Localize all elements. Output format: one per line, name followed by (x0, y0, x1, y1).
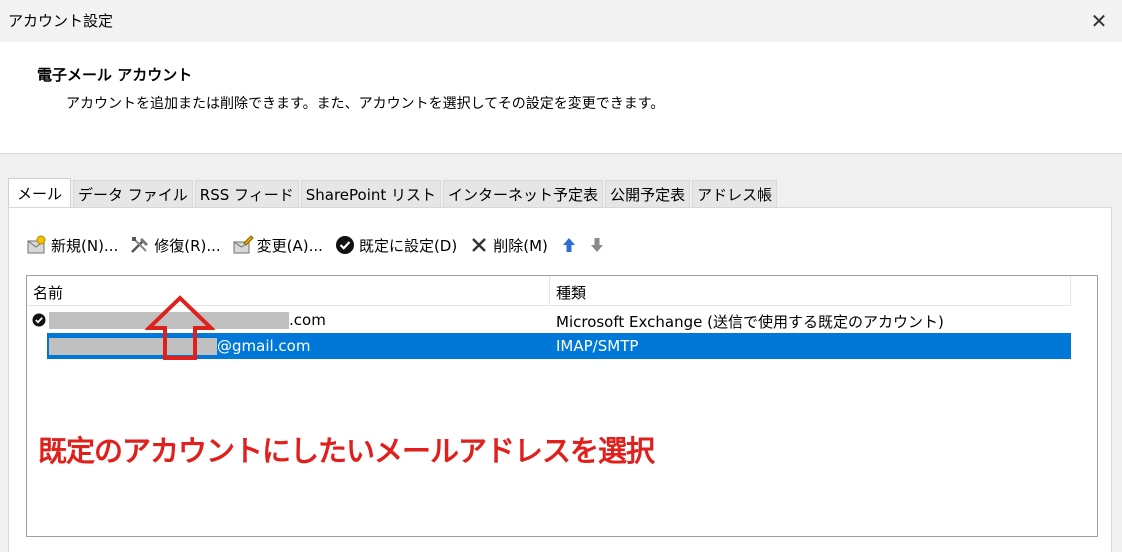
delete-x-icon (467, 234, 491, 256)
tab-internet-calendars[interactable]: インターネット予定表 (443, 180, 604, 208)
tab-mail[interactable]: メール (8, 178, 72, 208)
edit-account-icon (231, 234, 255, 256)
set-default-button-label: 既定に設定(D) (358, 236, 458, 255)
window-title: アカウント設定 (8, 12, 114, 30)
new-button[interactable]: 新規(N)... (25, 234, 118, 256)
tab-rss-feeds[interactable]: RSS フィード (194, 180, 299, 208)
tab-data-files[interactable]: データ ファイル (73, 180, 193, 208)
account-name-suffix: .com (289, 311, 326, 329)
title-bar: アカウント設定 ✕ (0, 0, 1122, 42)
delete-button[interactable]: 削除(M) (467, 234, 548, 256)
tab-sharepoint-lists[interactable]: SharePoint リスト (300, 180, 442, 208)
tab-address-books[interactable]: アドレス帳 (692, 180, 778, 208)
account-type: Microsoft Exchange (送信で使用する既定のアカウント) (556, 313, 944, 331)
section-description: アカウントを追加または削除できます。また、アカウントを選択してその設定を変更でき… (66, 96, 665, 112)
toolbar: 新規(N)... 修復(R)... 変更(A)... 既定に設定(D) 削除(M… (25, 230, 614, 260)
section-title: 電子メール アカウント (37, 66, 193, 84)
new-button-label: 新規(N)... (51, 236, 119, 255)
annotation-text: 既定のアカウントにしたいメールアドレスを選択 (38, 434, 655, 468)
column-divider[interactable] (549, 276, 550, 305)
default-check-icon (333, 234, 357, 256)
repair-button[interactable]: 修復(R)... (128, 234, 221, 256)
column-header-name[interactable]: 名前 (33, 282, 63, 303)
close-button[interactable]: ✕ (1076, 0, 1122, 42)
change-button[interactable]: 変更(A)... (231, 234, 323, 256)
tools-icon (128, 234, 152, 256)
change-button-label: 変更(A)... (256, 236, 323, 255)
default-account-icon (32, 313, 46, 327)
new-account-icon (25, 234, 49, 256)
move-up-icon[interactable] (558, 234, 580, 256)
column-divider[interactable] (1070, 276, 1071, 305)
account-name-suffix: @gmail.com (217, 337, 311, 355)
repair-button-label: 修復(R)... (154, 236, 221, 255)
delete-button-label: 削除(M) (493, 236, 548, 255)
move-down-icon[interactable] (586, 234, 608, 256)
mail-tab-panel: 新規(N)... 修復(R)... 変更(A)... 既定に設定(D) 削除(M… (8, 207, 1112, 552)
account-type: IMAP/SMTP (556, 337, 639, 355)
tab-published-calendars[interactable]: 公開予定表 (605, 180, 691, 208)
tab-bar: メール データ ファイル RSS フィード SharePoint リスト インタ… (8, 178, 779, 208)
column-header-type[interactable]: 種類 (556, 282, 586, 303)
set-default-button[interactable]: 既定に設定(D) (333, 234, 457, 256)
header: 電子メール アカウント アカウントを追加または削除できます。また、アカウントを選… (0, 42, 1122, 154)
annotation-up-arrow-icon (144, 295, 216, 361)
